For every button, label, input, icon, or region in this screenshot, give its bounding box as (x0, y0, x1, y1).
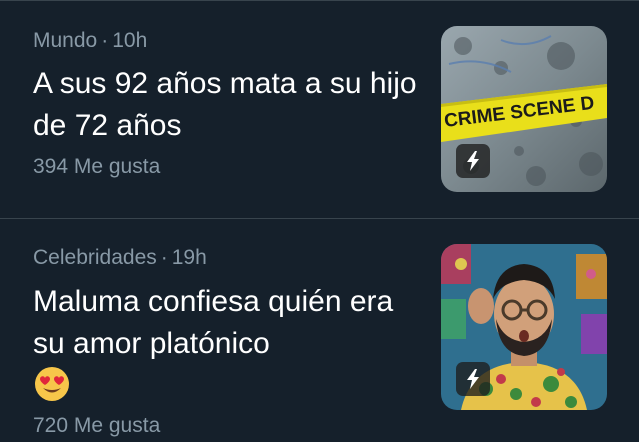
meta-separator: · (101, 29, 109, 52)
story-category: Celebridades (33, 246, 157, 269)
lightning-bolt-icon (467, 151, 479, 171)
story-headline[interactable]: Maluma confiesa quién era su amor platón… (33, 281, 428, 365)
story-time: 19h (171, 246, 207, 269)
story-meta: Mundo · 10h (33, 29, 147, 53)
story-category: Mundo (33, 29, 98, 52)
story-likes: 394 Me gusta (33, 155, 161, 178)
moment-badge (456, 362, 490, 396)
story-time: 10h (112, 29, 148, 52)
story-thumbnail[interactable]: CRIME SCENE D (441, 26, 607, 192)
meta-separator: · (160, 246, 168, 269)
story-card[interactable]: Mundo · 10h A sus 92 años mata a su hijo d… (0, 1, 639, 218)
lightning-bolt-icon (467, 369, 479, 389)
story-headline[interactable]: A sus 92 años mata a su hijo de 72 años (33, 63, 428, 147)
story-meta: Celebridades · 19h (33, 246, 207, 270)
story-card[interactable]: Celebridades · 19h Maluma confiesa quién e… (0, 219, 639, 442)
heart-eyes-emoji (35, 367, 69, 401)
story-likes: 720 Me gusta (33, 414, 161, 437)
moment-badge (456, 144, 490, 178)
story-thumbnail[interactable] (441, 244, 607, 410)
